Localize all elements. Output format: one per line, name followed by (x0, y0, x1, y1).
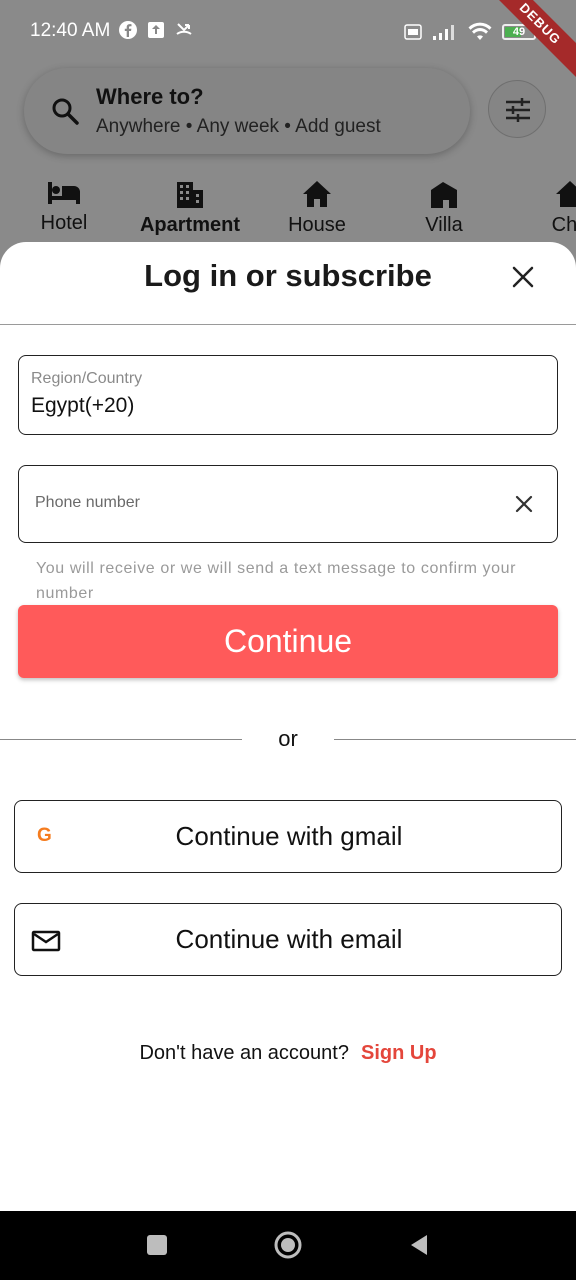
category-label: Apartment (139, 214, 240, 236)
category-bar: Hotel Apartment House Villa Cha (0, 180, 576, 244)
missed-call-icon (174, 20, 194, 40)
region-value: Egypt(+20) (31, 394, 135, 417)
villa-icon (431, 182, 457, 208)
chalet-icon (556, 181, 576, 207)
signup-link[interactable]: Sign Up (361, 1042, 437, 1064)
signup-prompt: Don't have an account? (139, 1042, 349, 1064)
region-country-field[interactable]: Region/Country Egypt(+20) (18, 355, 558, 435)
gmail-button-label: Continue with gmail (175, 821, 403, 851)
status-time: 12:40 AM (30, 20, 111, 41)
phone-helper-text: You will receive or we will send a text … (36, 560, 517, 602)
category-apartment[interactable]: Apartment (130, 180, 250, 237)
back-button[interactable] (407, 1233, 431, 1257)
search-title: Where to? (96, 84, 204, 109)
category-chalet[interactable]: Cha (510, 180, 576, 237)
search-icon (52, 98, 79, 125)
signup-row: Don't have an account? Sign Up (0, 1042, 576, 1065)
category-villa[interactable]: Villa (384, 180, 504, 237)
login-bottom-sheet: Log in or subscribe Region/Country Egypt… (0, 242, 576, 1212)
system-nav-bar (0, 1211, 576, 1280)
category-label: Hotel (40, 212, 88, 234)
clear-icon[interactable] (513, 493, 535, 515)
volte-icon (404, 24, 422, 40)
status-notification-icons (118, 20, 194, 40)
search-subtitle: Anywhere • Any week • Add guest (96, 116, 381, 137)
continue-with-email-button[interactable]: Continue with email (14, 903, 562, 976)
divider-right (334, 739, 576, 740)
upload-icon (146, 20, 166, 40)
continue-button[interactable]: Continue (18, 605, 558, 678)
category-label: House (288, 214, 346, 236)
phone-number-field[interactable]: Phone number (18, 465, 558, 543)
facebook-icon (118, 20, 138, 40)
bed-icon (48, 182, 80, 204)
recents-button[interactable] (147, 1235, 167, 1255)
filter-button[interactable] (488, 80, 546, 138)
search-bar[interactable]: Where to? Anywhere • Any week • Add gues… (24, 68, 470, 154)
or-separator: or (278, 726, 298, 751)
status-bar: 12:40 AM 49 DEBUG (0, 0, 576, 82)
close-icon[interactable] (508, 262, 538, 292)
tune-icon (506, 98, 530, 122)
building-icon (177, 182, 203, 208)
phone-placeholder: Phone number (35, 494, 140, 511)
continue-with-gmail-button[interactable]: G Continue with gmail (14, 800, 562, 873)
category-label: Villa (425, 214, 463, 236)
category-hotel[interactable]: Hotel (4, 180, 124, 235)
region-label: Region/Country (31, 370, 143, 387)
sheet-title: Log in or subscribe (144, 258, 432, 293)
battery-level: 49 (512, 26, 526, 38)
divider-left (0, 739, 242, 740)
house-icon (303, 181, 331, 207)
status-system-icons: 49 (404, 22, 536, 42)
home-button[interactable] (273, 1230, 303, 1260)
signal-icon (433, 25, 454, 40)
wifi-icon (468, 22, 492, 40)
sheet-divider (0, 324, 576, 325)
category-house[interactable]: House (257, 180, 377, 237)
email-button-label: Continue with email (175, 924, 403, 954)
category-label: Cha (551, 214, 576, 236)
